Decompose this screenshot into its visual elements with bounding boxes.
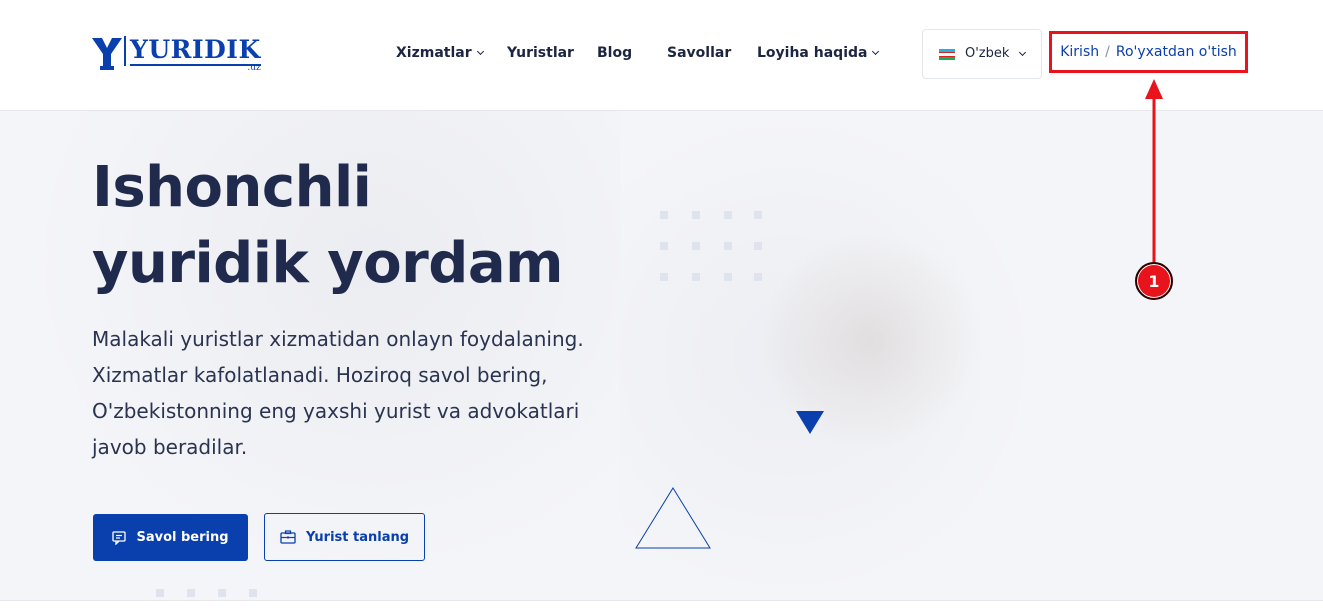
ask-question-button[interactable]: Savol bering (93, 514, 248, 561)
hero-title-line: Ishonchli (92, 155, 372, 220)
decorative-triangle-outline-icon (635, 487, 711, 549)
nav-item-xizmatlar[interactable]: Xizmatlar (396, 45, 484, 61)
nav-item-label: Xizmatlar (396, 45, 472, 61)
register-link[interactable]: Ro'yxatdan o'tish (1116, 44, 1237, 60)
hero-background-blur (760, 231, 980, 451)
chevron-down-icon (1018, 48, 1027, 57)
nav-item-loyiha-haqida[interactable]: Loyiha haqida (757, 45, 880, 61)
hero-title: Ishonchli yuridik yordam (92, 150, 564, 302)
chevron-down-icon (476, 47, 484, 56)
auth-separator: / (1105, 44, 1110, 60)
section-divider (0, 600, 1323, 612)
site-logo[interactable]: YURIDIK .uz (92, 35, 261, 73)
nav-item-label: Savollar (667, 45, 732, 61)
language-selector[interactable]: O'zbek (922, 29, 1042, 79)
choose-lawyer-button[interactable]: Yurist tanlang (264, 513, 425, 561)
logo-word: YURIDIK (130, 35, 261, 66)
nav-item-yuristlar[interactable]: Yuristlar (507, 45, 574, 61)
annotation-badge: 1 (1135, 262, 1173, 300)
nav-item-blog[interactable]: Blog (597, 45, 632, 61)
nav-item-savollar[interactable]: Savollar (667, 45, 731, 61)
site-header: YURIDIK .uz Xizmatlar Yuristlar Blog Sav… (0, 0, 1323, 111)
ask-question-label: Savol bering (136, 530, 229, 545)
uzbekistan-flag-icon (939, 49, 955, 60)
nav-item-label: Blog (597, 45, 633, 61)
login-register-link[interactable]: Kirish / Ro'yxatdan o'tish (1049, 31, 1248, 73)
chevron-down-icon (872, 47, 880, 56)
chat-question-icon (112, 530, 127, 545)
logo-y-icon (92, 38, 122, 70)
hero-title-line: yuridik yordam (92, 231, 564, 296)
hero-description: Malakali yuristlar xizmatidan onlayn foy… (92, 327, 584, 459)
choose-lawyer-label: Yurist tanlang (305, 529, 410, 545)
logo-suffix: .uz (247, 63, 261, 73)
nav-item-label: Loyiha haqida (757, 45, 868, 61)
nav-item-label: Yuristlar (507, 45, 574, 61)
briefcase-icon (280, 530, 296, 544)
logo-wordmark: YURIDIK .uz (124, 35, 261, 73)
language-label: O'zbek (965, 46, 1010, 61)
decorative-triangle-icon (796, 411, 824, 434)
login-link[interactable]: Kirish (1060, 44, 1099, 60)
